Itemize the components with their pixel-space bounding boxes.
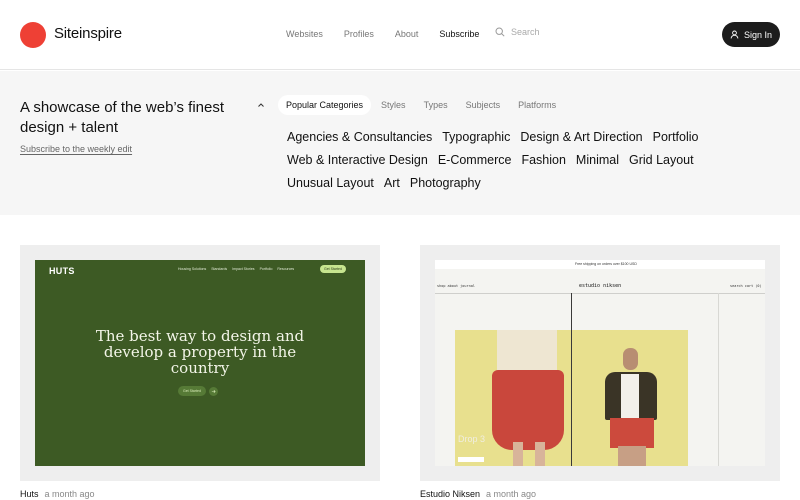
- chevron-up-icon: [258, 103, 264, 107]
- card-meta: Estudio Niksen a month ago: [420, 489, 780, 499]
- site-card-estudio-niksen[interactable]: Free shipping on orders over $100 USD sh…: [420, 245, 780, 499]
- photo-shape: [618, 446, 646, 466]
- category-link[interactable]: Fashion: [521, 152, 565, 169]
- niksen-promo-text: Free shipping on orders over $100 USD: [575, 262, 637, 266]
- huts-nav-item: Housing Solutions: [178, 267, 207, 271]
- user-icon: [730, 30, 739, 39]
- card-site-name[interactable]: Huts: [20, 489, 39, 499]
- niksen-logo: estudio niksen: [579, 283, 622, 289]
- photo-shape: [513, 442, 523, 466]
- photo-shape: [492, 370, 564, 450]
- category-link[interactable]: E-Commerce: [438, 152, 512, 169]
- niksen-divider: [435, 293, 765, 294]
- subscribe-weekly-link[interactable]: Subscribe to the weekly edit: [20, 144, 132, 154]
- niksen-nav-right: search cart (0): [730, 284, 762, 288]
- photo-shape: [535, 442, 545, 466]
- huts-nav-item: Portfolio: [259, 267, 273, 271]
- collapse-categories-button[interactable]: [254, 98, 268, 112]
- niksen-badge: [458, 457, 484, 462]
- category-list: Agencies & Consultancies Typographic Des…: [287, 129, 727, 192]
- nav-about[interactable]: About: [395, 29, 419, 39]
- tab-styles[interactable]: Styles: [373, 95, 414, 115]
- category-link[interactable]: Unusual Layout: [287, 175, 374, 192]
- photo-shape: [623, 348, 638, 370]
- search-icon: [495, 27, 505, 37]
- site-header: Siteinspire Websites Profiles About Subs…: [0, 0, 800, 70]
- niksen-nav-left: shop about journal: [437, 284, 475, 288]
- niksen-screenshot: Free shipping on orders over $100 USD sh…: [435, 260, 765, 466]
- site-card-huts[interactable]: HUTS Housing Solutions Standards Impact …: [20, 245, 380, 499]
- category-link[interactable]: Art: [384, 175, 400, 192]
- card-timestamp: a month ago: [44, 489, 95, 499]
- search-input[interactable]: [511, 27, 581, 37]
- tagline: A showcase of the web’s finest design + …: [20, 99, 225, 136]
- huts-hero-button-label: Get Started: [178, 386, 206, 396]
- logo-mark[interactable]: [20, 22, 46, 48]
- huts-cta: Get Started: [320, 265, 346, 273]
- sign-in-label: Sign In: [743, 29, 773, 40]
- category-link[interactable]: Minimal: [576, 152, 619, 169]
- brand-name[interactable]: Siteinspire: [54, 25, 122, 42]
- category-link[interactable]: Agencies & Consultancies: [287, 129, 432, 146]
- card-meta: Huts a month ago: [20, 489, 380, 499]
- nav-profiles[interactable]: Profiles: [344, 29, 374, 39]
- niksen-drop-text: Drop 3: [458, 434, 486, 444]
- photo-shape: [610, 418, 654, 448]
- niksen-divider: [718, 293, 719, 466]
- hero-section: A showcase of the web’s finest design + …: [0, 71, 800, 215]
- photo-shape: [621, 374, 639, 420]
- card-preview-frame[interactable]: HUTS Housing Solutions Standards Impact …: [20, 245, 380, 481]
- huts-logo: HUTS: [49, 266, 75, 276]
- tab-types[interactable]: Types: [416, 95, 456, 115]
- tab-subjects[interactable]: Subjects: [458, 95, 509, 115]
- huts-nav-item: Impact Stories: [232, 267, 255, 271]
- main-nav: Websites Profiles About Subscribe: [286, 29, 500, 39]
- category-link[interactable]: Photography: [410, 175, 481, 192]
- huts-nav: Housing Solutions Standards Impact Stori…: [178, 267, 294, 271]
- huts-headline: The best way to design and develop a pro…: [95, 327, 305, 377]
- card-preview-frame[interactable]: Free shipping on orders over $100 USD sh…: [420, 245, 780, 481]
- category-tabs: Popular Categories Styles Types Subjects…: [278, 95, 566, 115]
- huts-nav-item: Standards: [211, 267, 228, 271]
- nav-subscribe[interactable]: Subscribe: [439, 29, 479, 39]
- photo-shape: [497, 330, 557, 372]
- category-link[interactable]: Portfolio: [653, 129, 699, 146]
- tab-platforms[interactable]: Platforms: [510, 95, 564, 115]
- huts-nav-item: Resources: [277, 267, 295, 271]
- niksen-divider: [571, 293, 572, 466]
- huts-screenshot: HUTS Housing Solutions Standards Impact …: [35, 260, 365, 466]
- category-link[interactable]: Grid Layout: [629, 152, 694, 169]
- card-site-name[interactable]: Estudio Niksen: [420, 489, 480, 499]
- arrow-right-icon: [208, 386, 218, 396]
- category-link[interactable]: Typographic: [442, 129, 510, 146]
- sign-in-button[interactable]: Sign In: [722, 22, 780, 47]
- category-link[interactable]: Design & Art Direction: [520, 129, 642, 146]
- tab-popular-categories[interactable]: Popular Categories: [278, 95, 372, 115]
- category-link[interactable]: Web & Interactive Design: [287, 152, 428, 169]
- huts-hero-button: Get Started: [178, 386, 218, 396]
- nav-websites[interactable]: Websites: [286, 29, 323, 39]
- card-timestamp: a month ago: [486, 489, 537, 499]
- search-box: [495, 27, 581, 37]
